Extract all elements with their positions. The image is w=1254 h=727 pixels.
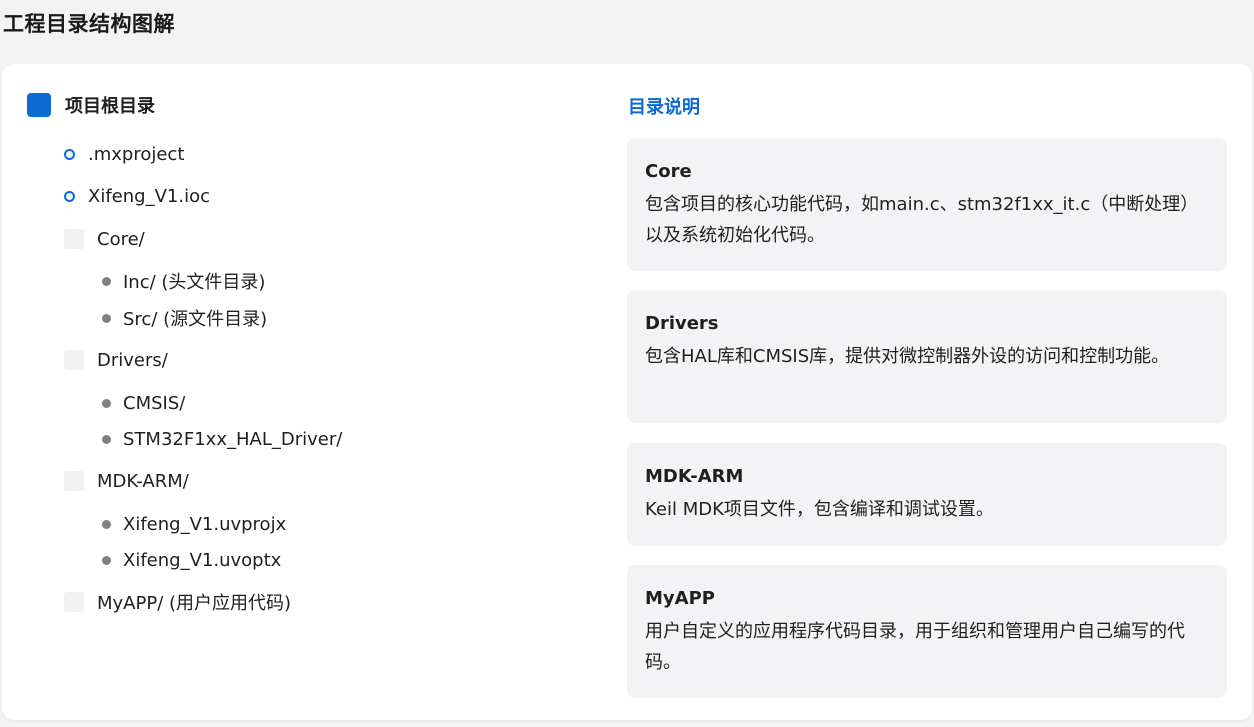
- file-ring-icon: [64, 190, 75, 202]
- tree-item-uvoptx: Xifeng_V1.uvoptx: [102, 548, 281, 572]
- bullet-dot-icon: [102, 276, 111, 286]
- folder-icon: [64, 229, 84, 249]
- folder-icon: [64, 592, 84, 612]
- tree-item-label: Core/: [97, 228, 145, 250]
- tree-item-label: Src/ (源文件目录): [123, 309, 268, 330]
- tree-item-mxproject: .mxproject: [64, 142, 184, 166]
- desc-title: Core: [645, 161, 692, 182]
- tree-item-label: STM32F1xx_HAL_Driver/: [123, 428, 343, 450]
- desc-text: Keil MDK项目文件，包含编译和调试设置。: [645, 499, 994, 520]
- tree-item-label: Inc/ (头文件目录): [123, 272, 266, 293]
- tree-item-inc: Inc/ (头文件目录): [102, 269, 265, 293]
- tree-item-label: Xifeng_V1.uvoptx: [123, 549, 282, 571]
- desc-title: Drivers: [645, 313, 719, 334]
- file-ring-icon: [64, 148, 75, 160]
- bullet-dot-icon: [102, 398, 111, 408]
- tree-item-label: .mxproject: [88, 143, 185, 165]
- tree-item-hal-driver: STM32F1xx_HAL_Driver/: [102, 427, 342, 451]
- tree-item-label: Xifeng_V1.uvprojx: [123, 513, 287, 535]
- tree-item-mdk-arm: MDK-ARM/: [64, 469, 189, 493]
- desc-box-core: Core 包含项目的核心功能代码，如main.c、stm32f1xx_it.c（…: [627, 138, 1227, 271]
- bullet-dot-icon: [102, 434, 111, 444]
- tree-item-label: MyAPP/ (用户应用代码): [97, 593, 292, 614]
- desc-text: 包含项目的核心功能代码，如main.c、stm32f1xx_it.c（中断处理）…: [645, 194, 1199, 246]
- tree-root-label: 项目根目录: [65, 96, 155, 117]
- bullet-dot-icon: [102, 555, 111, 565]
- tree-item-drivers: Drivers/: [64, 348, 168, 372]
- tree-item-src: Src/ (源文件目录): [102, 306, 267, 330]
- desc-box-mdk-arm: MDK-ARM Keil MDK项目文件，包含编译和调试设置。: [627, 443, 1227, 546]
- tree-root: 项目根目录: [27, 93, 155, 117]
- tree-item-label: CMSIS/: [123, 392, 186, 414]
- tree-item-core: Core/: [64, 227, 145, 251]
- tree-item-label: Xifeng_V1.ioc: [88, 185, 210, 207]
- tree-item-label: Drivers/: [97, 349, 168, 371]
- structure-card: 项目根目录 .mxproject Xifeng_V1.ioc Core/ Inc…: [2, 64, 1252, 720]
- tree-item-cmsis: CMSIS/: [102, 391, 185, 415]
- page-title: 工程目录结构图解: [3, 12, 175, 36]
- desc-title: MyAPP: [645, 588, 715, 609]
- folder-icon: [64, 350, 84, 370]
- bullet-dot-icon: [102, 313, 111, 323]
- tree-item-uvprojx: Xifeng_V1.uvprojx: [102, 512, 286, 536]
- desc-text: 用户自定义的应用程序代码目录，用于组织和管理用户自己编写的代码。: [645, 621, 1185, 673]
- desc-box-drivers: Drivers 包含HAL库和CMSIS库，提供对微控制器外设的访问和控制功能。: [627, 290, 1227, 423]
- desc-box-myapp: MyAPP 用户自定义的应用程序代码目录，用于组织和管理用户自己编写的代码。: [627, 565, 1227, 698]
- root-folder-icon: [27, 93, 51, 117]
- desc-text: 包含HAL库和CMSIS库，提供对微控制器外设的访问和控制功能。: [645, 346, 1170, 367]
- descriptions-heading: 目录说明: [628, 97, 700, 118]
- desc-title: MDK-ARM: [645, 466, 744, 487]
- tree-item-myapp: MyAPP/ (用户应用代码): [64, 590, 291, 614]
- tree-item-label: MDK-ARM/: [97, 470, 189, 492]
- bullet-dot-icon: [102, 519, 111, 529]
- tree-item-ioc: Xifeng_V1.ioc: [64, 184, 210, 208]
- folder-icon: [64, 471, 84, 491]
